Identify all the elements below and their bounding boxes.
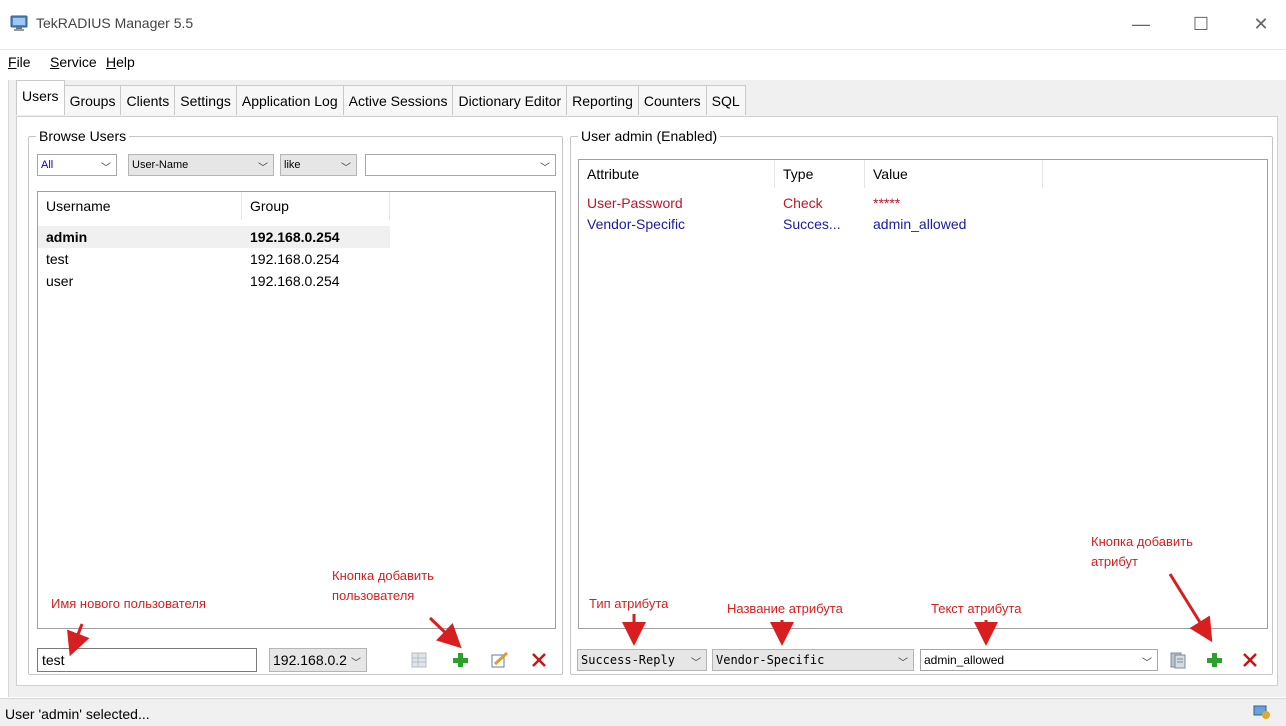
tab-active-sessions[interactable]: Active Sessions xyxy=(342,85,454,115)
attribute-type-select[interactable]: Success-Reply ﹀ xyxy=(577,649,707,671)
attribute-dictionary-button[interactable] xyxy=(1167,649,1189,671)
minimize-button[interactable]: — xyxy=(1118,8,1164,40)
delete-icon xyxy=(1243,653,1257,667)
delete-attribute-button[interactable] xyxy=(1239,649,1261,671)
browse-users-title: Browse Users xyxy=(36,128,130,144)
tab-sql[interactable]: SQL xyxy=(705,85,746,115)
chevron-down-icon: ﹀ xyxy=(351,658,361,669)
menu-help[interactable]: Help xyxy=(106,54,135,70)
chevron-down-icon: ﹀ xyxy=(898,658,908,669)
table-row[interactable]: user 192.168.0.254 xyxy=(38,270,390,292)
grid-button[interactable] xyxy=(408,649,430,671)
close-button[interactable]: ✕ xyxy=(1238,8,1284,40)
tab-groups[interactable]: Groups xyxy=(63,85,122,115)
new-user-group-select[interactable]: 192.168.0.2 ﹀ xyxy=(269,648,367,672)
book-icon xyxy=(1170,652,1186,669)
close-icon: ✕ xyxy=(1253,13,1269,34)
minimize-icon: — xyxy=(1132,13,1150,34)
edit-icon xyxy=(491,651,509,668)
maximize-button[interactable]: ☐ xyxy=(1178,8,1224,40)
tab-application-log[interactable]: Application Log xyxy=(235,85,344,115)
title-bar: TekRADIUS Manager 5.5 — ☐ ✕ xyxy=(0,0,1286,50)
attribute-text-input[interactable]: admin_allowed ﹀ xyxy=(920,649,1158,671)
grid-icon xyxy=(411,652,427,668)
add-attribute-button[interactable] xyxy=(1203,649,1225,671)
filter-scope-select[interactable]: All ﹀ xyxy=(37,154,117,176)
delete-user-button[interactable] xyxy=(528,649,550,671)
table-row[interactable]: Vendor-Specific Succes... admin_allowed xyxy=(579,213,1043,235)
delete-icon xyxy=(532,653,546,667)
menu-service[interactable]: Service xyxy=(50,54,97,70)
users-tab-panel: Browse Users All ﹀ User-Name ﹀ like ﹀ ﹀ Use… xyxy=(16,116,1278,686)
column-attribute[interactable]: Attribute xyxy=(579,160,775,188)
table-row[interactable]: test 192.168.0.254 xyxy=(38,248,390,270)
attributes-list-header: Attribute Type Value xyxy=(579,160,1267,188)
annotation-add-user-line1: Кнопка добавить xyxy=(332,568,434,583)
tab-users[interactable]: Users xyxy=(16,80,65,115)
attributes-list[interactable]: Attribute Type Value User-Password Check… xyxy=(578,159,1268,629)
annotation-add-attr-line1: Кнопка добавить xyxy=(1091,534,1193,549)
filter-operator-select[interactable]: like ﹀ xyxy=(280,154,357,176)
annotation-attr-name: Название атрибута xyxy=(727,601,843,616)
filter-field-select[interactable]: User-Name ﹀ xyxy=(128,154,274,176)
status-bar: User 'admin' selected... xyxy=(0,698,1286,726)
maximize-icon: ☐ xyxy=(1192,13,1210,34)
tab-reporting[interactable]: Reporting xyxy=(566,85,639,115)
tab-settings[interactable]: Settings xyxy=(174,85,237,115)
plus-icon xyxy=(1207,653,1222,667)
chevron-down-icon: ﹀ xyxy=(101,163,111,174)
add-user-button[interactable] xyxy=(449,649,471,671)
annotation-new-user-name: Имя нового пользователя xyxy=(51,596,206,611)
tab-strip: Users Groups Clients Settings Applicatio… xyxy=(8,80,746,115)
chevron-down-icon: ﹀ xyxy=(1142,658,1152,669)
chevron-down-icon: ﹀ xyxy=(341,163,351,174)
column-type[interactable]: Type xyxy=(775,160,865,188)
chevron-down-icon: ﹀ xyxy=(540,163,550,174)
edit-user-button[interactable] xyxy=(489,649,511,671)
filter-value-select[interactable]: ﹀ xyxy=(365,154,556,176)
table-row[interactable]: admin 192.168.0.254 xyxy=(38,226,390,248)
annotation-add-attr-line2: атрибут xyxy=(1091,554,1139,569)
tab-clients[interactable]: Clients xyxy=(120,85,176,115)
column-value[interactable]: Value xyxy=(865,160,1043,188)
attribute-name-select[interactable]: Vendor-Specific ﹀ xyxy=(712,649,914,671)
chevron-down-icon: ﹀ xyxy=(691,658,701,669)
tab-counters[interactable]: Counters xyxy=(637,85,707,115)
column-username[interactable]: Username xyxy=(38,192,242,220)
users-list[interactable]: Username Group admin 192.168.0.254 test … xyxy=(37,191,556,629)
annotation-attr-type: Тип атрибута xyxy=(589,596,669,611)
menu-bar: File Service Help xyxy=(0,51,1286,75)
column-group[interactable]: Group xyxy=(242,192,390,220)
annotation-add-user-line2: пользователя xyxy=(332,588,415,603)
table-row[interactable]: User-Password Check ***** xyxy=(579,192,1043,214)
tab-dictionary-editor[interactable]: Dictionary Editor xyxy=(452,85,568,115)
annotation-attr-text: Текст атрибута xyxy=(931,601,1022,616)
window-title: TekRADIUS Manager 5.5 xyxy=(36,15,194,31)
menu-file[interactable]: File xyxy=(8,54,31,70)
chevron-down-icon: ﹀ xyxy=(258,163,268,174)
user-details-title: User admin (Enabled) xyxy=(578,128,721,144)
status-text: User 'admin' selected... xyxy=(5,706,150,722)
status-connection-icon xyxy=(1253,705,1270,719)
users-list-header: Username Group xyxy=(38,192,555,220)
plus-icon xyxy=(453,653,468,667)
app-icon xyxy=(10,15,28,31)
new-user-name-input[interactable]: test xyxy=(37,648,257,672)
